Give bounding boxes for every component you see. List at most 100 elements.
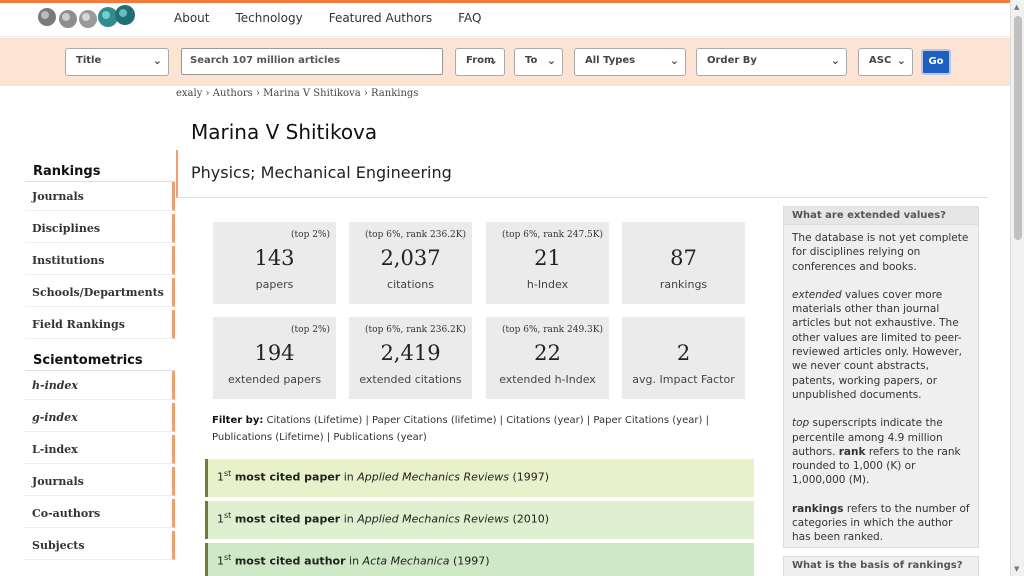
rank-venue[interactable]: Applied Mechanics Reviews [357, 471, 509, 484]
filter-options[interactable]: Citations (Lifetime) | Paper Citations (… [212, 415, 709, 443]
nav-about[interactable]: About [174, 11, 209, 25]
stat-label: extended papers [227, 373, 322, 386]
rank-venue[interactable]: Applied Mechanics Reviews [357, 513, 509, 526]
info-em: top [792, 417, 810, 430]
filter-label: Filter by: [212, 415, 264, 426]
rank-ordinal-suffix: st [224, 511, 232, 520]
sidebar-item-field-rankings[interactable]: Field Rankings [25, 310, 175, 339]
exaly-logo[interactable] [30, 3, 140, 35]
go-button[interactable]: Go [921, 49, 951, 75]
info-extended-values: What are extended values? The database i… [783, 206, 979, 548]
sidebar-item-h-index[interactable]: h-index [25, 371, 175, 400]
sidebar-item-l-index[interactable]: L-index [25, 435, 175, 464]
sidebar-heading-rankings: Rankings [25, 160, 175, 182]
nav-faq[interactable]: FAQ [458, 11, 481, 25]
rank-venue[interactable]: Acta Mechanica [363, 555, 450, 568]
chevron-down-icon: ⌄ [152, 54, 162, 67]
search-input[interactable]: Search 107 million articles [181, 48, 443, 75]
info-strong: rank [838, 445, 866, 458]
author-disciplines: Physics; Mechanical Engineering [191, 163, 452, 182]
search-field-select[interactable]: Title ⌄ [65, 48, 169, 76]
page-title: Marina V Shitikova [191, 120, 378, 144]
direction-select[interactable]: ASC ⌄ [858, 48, 913, 76]
page-scrollbar[interactable]: ▲ ▼ [1010, 0, 1024, 576]
type-select[interactable]: All Types ⌄ [574, 48, 686, 76]
rank-ordinal-suffix: st [224, 553, 232, 562]
rank-category: most cited paper [234, 470, 341, 484]
breadcrumb[interactable]: exaly › Authors › Marina V Shitikova › R… [176, 88, 418, 99]
type-value: All Types [585, 55, 636, 66]
sidebar-item-disciplines[interactable]: Disciplines [25, 214, 175, 243]
stat-label: papers [255, 278, 294, 291]
info-paragraph: extended values cover more materials oth… [792, 288, 970, 402]
nav-featured-authors[interactable]: Featured Authors [329, 11, 432, 25]
rank-year: (2010) [512, 512, 550, 526]
rank-ordinal: 1 [217, 512, 224, 526]
rank-ordinal: 1 [217, 554, 224, 568]
stat-label: extended h-Index [499, 373, 596, 386]
scrollbar-thumb[interactable] [1014, 16, 1022, 240]
rank-in: in [349, 554, 360, 568]
stat-percentile: (top 6%, rank 236.2K) [365, 230, 466, 240]
info-strong: rankings [792, 502, 844, 515]
stat-value: 21 [534, 246, 561, 270]
info-em: extended [792, 288, 842, 301]
sidebar-item-sci-journals[interactable]: Journals [25, 467, 175, 496]
stat-value: 2,419 [380, 341, 441, 365]
stat-label: rankings [659, 278, 708, 291]
search-bar: Title ⌄ Search 107 million articles From… [0, 38, 1010, 86]
info-paragraph: rankings refers to the number of categor… [792, 502, 970, 545]
stat-card-citations: (top 6%, rank 236.2K) 2,037 citations [349, 222, 472, 304]
chevron-down-icon: ⌄ [488, 54, 498, 67]
rank-ordinal: 1 [217, 470, 224, 484]
stat-percentile: (top 6%, rank 236.2K) [365, 325, 466, 335]
chevron-down-icon: ⌄ [830, 54, 840, 67]
from-select[interactable]: From ⌄ [455, 48, 505, 76]
stat-label: h-Index [526, 278, 569, 291]
info-heading: What is the basis of rankings? [792, 560, 963, 571]
stat-card-extended-papers: (top 2%) 194 extended papers [213, 317, 336, 399]
stat-card-extended-citations: (top 6%, rank 236.2K) 2,419 extended cit… [349, 317, 472, 399]
order-by-value: Order By [707, 55, 757, 66]
stat-value: 143 [254, 246, 295, 270]
disciplines-header: Physics; Mechanical Engineering [176, 150, 988, 198]
stat-card-h-index: (top 6%, rank 247.5K) 21 h-Index [486, 222, 609, 304]
rank-in: in [343, 512, 354, 526]
sidebar-item-institutions[interactable]: Institutions [25, 246, 175, 275]
rank-year: (1997) [453, 554, 490, 568]
scroll-up-icon[interactable]: ▲ [1014, 3, 1019, 11]
nav-technology[interactable]: Technology [235, 11, 302, 25]
stat-label: extended citations [359, 373, 462, 386]
to-select[interactable]: To ⌄ [514, 48, 563, 76]
ranking-row[interactable]: 1st most cited paper in Applied Mechanic… [205, 459, 754, 497]
top-navbar: About Technology Featured Authors FAQ [0, 3, 1010, 37]
main-nav: About Technology Featured Authors FAQ [174, 11, 507, 25]
sidebar-item-journals[interactable]: Journals [25, 182, 175, 211]
info-paragraph: top superscripts indicate the percentile… [792, 416, 970, 487]
stat-value: 22 [534, 341, 561, 365]
stat-value: 2 [676, 341, 691, 365]
ranking-row[interactable]: 1st most cited author in Acta Mechanica … [205, 543, 754, 576]
sidebar-item-subjects[interactable]: Subjects [25, 531, 175, 560]
direction-value: ASC [869, 55, 892, 66]
info-body: The database is not yet complete for dis… [784, 225, 978, 565]
stat-percentile: (top 6%, rank 247.5K) [502, 230, 603, 240]
rank-in: in [343, 470, 354, 484]
ranking-row[interactable]: 1st most cited paper in Applied Mechanic… [205, 501, 754, 539]
order-by-select[interactable]: Order By ⌄ [696, 48, 847, 76]
info-basis-of-rankings[interactable]: What is the basis of rankings? [783, 556, 979, 576]
sidebar-item-co-authors[interactable]: Co-authors [25, 499, 175, 528]
to-value: To [525, 55, 538, 66]
filter-bar: Filter by: Citations (Lifetime) | Paper … [212, 412, 757, 446]
sidebar: Rankings Journals Disciplines Institutio… [25, 160, 175, 563]
rank-category: most cited paper [234, 512, 341, 526]
stat-percentile: (top 2%) [291, 230, 330, 240]
chevron-down-icon: ⌄ [669, 54, 679, 67]
info-text: values cover more materials other than j… [792, 288, 963, 401]
chevron-down-icon: ⌄ [896, 54, 906, 67]
sidebar-item-g-index[interactable]: g-index [25, 403, 175, 432]
sidebar-item-schools[interactable]: Schools/Departments [25, 278, 175, 307]
scroll-down-icon[interactable]: ▼ [1014, 565, 1019, 573]
chevron-down-icon: ⌄ [546, 54, 556, 67]
stat-label: avg. Impact Factor [632, 373, 735, 386]
